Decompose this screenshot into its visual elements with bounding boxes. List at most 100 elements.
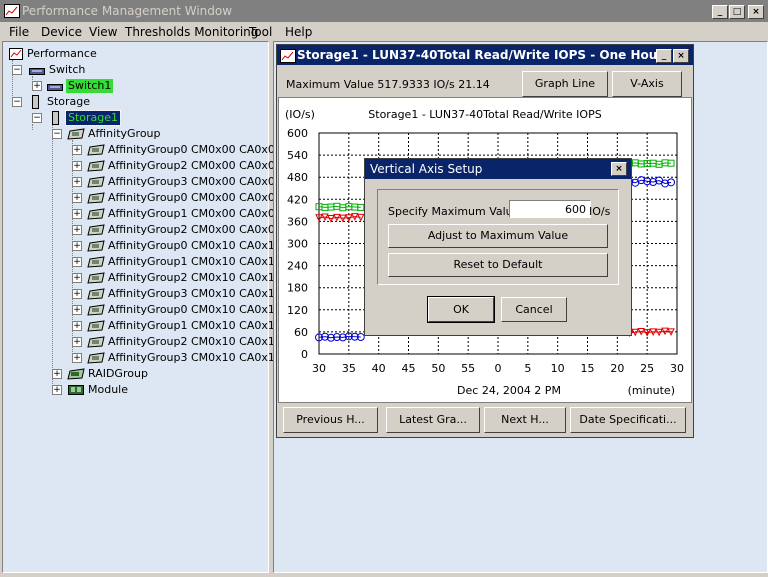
x-tick-label: 35 (342, 362, 356, 375)
graph-close-button[interactable]: × (673, 49, 689, 63)
y-tick-label: 60 (294, 326, 308, 339)
switch-icon (29, 65, 45, 76)
expand-raidgroup-toggle[interactable]: + (52, 369, 62, 379)
affinity-group-icon (87, 352, 105, 364)
graph-window-title-bar: Storage1 - LUN37-40Total Read/Write IOPS… (277, 45, 693, 65)
affinity-item-label: AffinityGroup2 CM0x00 CA0x01 (108, 223, 282, 236)
storage-icon (31, 95, 47, 109)
expand-affinity-item-toggle[interactable]: + (72, 193, 82, 203)
expand-affinity-item-toggle[interactable]: + (72, 145, 82, 155)
affinity-item-label: AffinityGroup1 CM0x10 CA0x10 (108, 255, 282, 268)
menu-thresholds-monitoring[interactable]: Thresholds Monitoring (125, 25, 258, 39)
affinity-item-label: AffinityGroup2 CM0x00 CA0x00 (108, 159, 282, 172)
expand-affinity-item-toggle[interactable]: + (72, 209, 82, 219)
graph-window-chart-icon (280, 49, 296, 63)
affinity-item-label: AffinityGroup0 CM0x00 CA0x01 (108, 191, 282, 204)
x-axis-unit: (minute) (628, 384, 675, 397)
expand-module-toggle[interactable]: + (52, 385, 62, 395)
expand-affinity-item-toggle[interactable]: + (72, 161, 82, 171)
reset-to-default-button[interactable]: Reset to Default (388, 253, 608, 277)
menu-view[interactable]: View (89, 25, 117, 39)
affinity-group-icon (67, 128, 85, 140)
app-chart-icon (4, 4, 20, 18)
expand-affinity-item-toggle[interactable]: + (72, 257, 82, 267)
y-tick-label: 180 (287, 282, 308, 295)
x-tick-label: 40 (372, 362, 386, 375)
expand-affinity-item-toggle[interactable]: + (72, 177, 82, 187)
performance-chart-icon (9, 48, 25, 60)
previous-hour-button[interactable]: Previous H... (283, 407, 378, 433)
x-tick-label: 30 (670, 362, 684, 375)
collapse-storage-toggle[interactable]: − (12, 97, 22, 107)
max-value-input[interactable] (509, 200, 591, 218)
ok-button[interactable]: OK (427, 296, 495, 323)
affinity-item-label: AffinityGroup0 CM0x00 CA0x00 (108, 143, 282, 156)
minimize-button[interactable]: _ (712, 5, 728, 19)
expand-switch1-toggle[interactable]: + (32, 81, 42, 91)
x-tick-label: 45 (402, 362, 416, 375)
affinity-group-icon (87, 256, 105, 268)
affinity-group-icon (87, 224, 105, 236)
affinity-group-icon (87, 320, 105, 332)
y-tick-label: 420 (287, 193, 308, 206)
graph-line-button[interactable]: Graph Line (522, 71, 608, 97)
latest-graph-button[interactable]: Latest Gra... (386, 407, 480, 433)
menu-file[interactable]: File (9, 25, 29, 39)
device-tree[interactable]: Performance − Switch + Switch1 − Storage… (2, 41, 282, 573)
x-tick-label: 30 (312, 362, 326, 375)
x-tick-label: 5 (524, 362, 531, 375)
collapse-storage1-toggle[interactable]: − (32, 113, 42, 123)
dialog-title-bar: Vertical Axis Setup × (365, 159, 631, 179)
expand-affinity-item-toggle[interactable]: + (72, 273, 82, 283)
affinity-group-icon (87, 240, 105, 252)
expand-affinity-item-toggle[interactable]: + (72, 289, 82, 299)
expand-affinity-item-toggle[interactable]: + (72, 353, 82, 363)
next-hour-button[interactable]: Next H... (484, 407, 566, 433)
menu-help[interactable]: Help (285, 25, 312, 39)
expand-affinity-item-toggle[interactable]: + (72, 305, 82, 315)
y-tick-label: 300 (287, 238, 308, 251)
expand-affinity-item-toggle[interactable]: + (72, 321, 82, 331)
y-tick-label: 600 (287, 127, 308, 140)
affinity-item-label: AffinityGroup2 CM0x10 CA0x11 (108, 335, 282, 348)
affinity-item-label: AffinityGroup0 CM0x10 CA0x10 (108, 239, 282, 252)
x-tick-label: 55 (461, 362, 475, 375)
expand-affinity-item-toggle[interactable]: + (72, 225, 82, 235)
affinity-group-icon (87, 288, 105, 300)
close-button[interactable]: × (748, 5, 764, 19)
dialog-title: Vertical Axis Setup (370, 162, 483, 176)
expand-affinity-item-toggle[interactable]: + (72, 241, 82, 251)
y-tick-label: 0 (301, 348, 308, 361)
collapse-switch-toggle[interactable]: − (12, 65, 22, 75)
affinity-item-label: AffinityGroup3 CM0x00 CA0x00 (108, 175, 282, 188)
y-tick-label: 480 (287, 171, 308, 184)
y-tick-label: 360 (287, 215, 308, 228)
v-axis-button[interactable]: V-Axis (612, 71, 682, 97)
chart-title: Storage1 - LUN37-40Total Read/Write IOPS (368, 108, 601, 121)
x-tick-label: 15 (581, 362, 595, 375)
graph-minimize-button[interactable]: _ (656, 49, 672, 63)
affinity-item-label: AffinityGroup3 CM0x10 CA0x10 (108, 287, 282, 300)
menu-tool[interactable]: Tool (249, 25, 272, 39)
dialog-close-button[interactable]: × (611, 162, 627, 176)
specify-max-label: Specify Maximum Value (388, 205, 520, 218)
y-tick-label: 240 (287, 260, 308, 273)
x-tick-label: 0 (495, 362, 502, 375)
affinity-item-label: AffinityGroup1 CM0x00 CA0x01 (108, 207, 282, 220)
collapse-affinitygroup-toggle[interactable]: − (52, 129, 62, 139)
max-value-text: Maximum Value 517.9333 IO/s 21.14 (286, 78, 490, 91)
maximize-button[interactable]: □ (729, 5, 745, 19)
menu-device[interactable]: Device (41, 25, 82, 39)
date-specification-button[interactable]: Date Specificati... (570, 407, 686, 433)
vertical-axis-setup-dialog[interactable]: Vertical Axis Setup × Specify Maximum Va… (364, 158, 632, 336)
cancel-button[interactable]: Cancel (501, 297, 567, 322)
module-icon (67, 384, 84, 395)
expand-affinity-item-toggle[interactable]: + (72, 337, 82, 347)
graph-window-title: Storage1 - LUN37-40Total Read/Write IOPS… (297, 48, 664, 62)
x-axis-label: Dec 24, 2004 2 PM (457, 384, 561, 397)
x-tick-label: 20 (610, 362, 624, 375)
switch-icon (47, 81, 63, 92)
affinity-item-label: AffinityGroup3 CM0x10 CA0x11 (108, 351, 282, 364)
adjust-to-max-button[interactable]: Adjust to Maximum Value (388, 224, 608, 248)
menu-bar: File Device View Thresholds Monitoring T… (0, 22, 768, 40)
